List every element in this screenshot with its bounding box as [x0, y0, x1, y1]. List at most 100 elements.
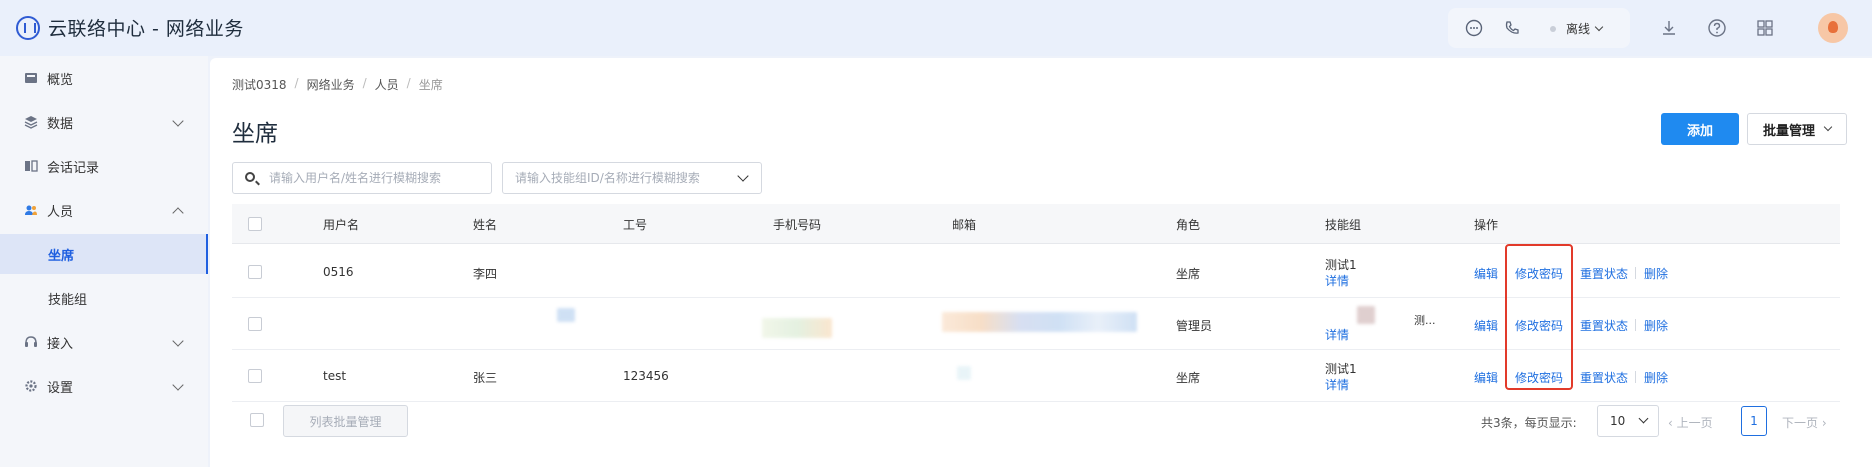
- next-page-button[interactable]: 下一页 ›: [1782, 414, 1827, 431]
- col-phone: 手机号码: [773, 218, 822, 232]
- col-role: 角色: [1176, 218, 1201, 232]
- row-checkbox[interactable]: [248, 369, 262, 383]
- cell-role: 坐席: [1176, 371, 1201, 385]
- top-header: 云联络中心 - 网络业务 离线: [0, 0, 1872, 56]
- apps-grid-icon[interactable]: [1755, 18, 1775, 38]
- status-label: 离线: [1566, 22, 1591, 36]
- col-actions: 操作: [1474, 218, 1499, 232]
- edit-link[interactable]: 编辑: [1474, 369, 1498, 386]
- users-icon: [25, 205, 37, 215]
- col-name: 姓名: [473, 218, 498, 232]
- reset-status-link[interactable]: 重置状态: [1580, 369, 1628, 386]
- sidebar-item-agents[interactable]: 坐席: [0, 234, 208, 274]
- next-page-label: 下一页: [1782, 416, 1819, 430]
- records-icon: [25, 160, 38, 172]
- cell-role: 管理员: [1176, 319, 1213, 333]
- sidebar-item-label: 接入: [47, 336, 74, 352]
- sidebar-item-label: 概览: [47, 72, 74, 88]
- reset-status-link[interactable]: 重置状态: [1580, 317, 1628, 334]
- edit-link[interactable]: 编辑: [1474, 265, 1498, 282]
- breadcrumb-item[interactable]: 测试0318: [232, 76, 287, 93]
- detail-link[interactable]: 详情: [1325, 326, 1349, 343]
- sidebar-item-settings[interactable]: 设置: [0, 366, 208, 406]
- user-avatar[interactable]: [1818, 13, 1848, 43]
- sidebar-item-sessions[interactable]: 会话记录: [0, 146, 208, 186]
- group-search: [502, 162, 762, 194]
- col-skill-group: 技能组: [1325, 218, 1362, 232]
- breadcrumb-item[interactable]: 人员: [375, 76, 399, 93]
- sidebar: 概览 数据 会话记录 人员 坐席 技能组 接入 设置: [0, 56, 208, 467]
- download-icon[interactable]: [1659, 18, 1679, 38]
- detail-link[interactable]: 详情: [1325, 272, 1349, 289]
- redacted-block: [957, 366, 971, 380]
- cell-skill-group: 测试1: [1325, 362, 1357, 376]
- chevron-down-icon[interactable]: [737, 170, 749, 182]
- sidebar-item-label: 人员: [47, 204, 74, 220]
- chevron-down-icon: [1594, 22, 1604, 31]
- divider: [1635, 267, 1636, 279]
- delete-link[interactable]: 删除: [1644, 369, 1668, 386]
- overview-icon: [25, 73, 37, 83]
- list-batch-manage-button[interactable]: 列表批量管理: [283, 405, 408, 437]
- help-icon[interactable]: [1707, 18, 1727, 38]
- cell-username: test: [323, 369, 347, 383]
- edit-link[interactable]: 编辑: [1474, 317, 1498, 334]
- user-search: [232, 162, 492, 194]
- sidebar-item-data[interactable]: 数据: [0, 102, 208, 142]
- reset-status-link[interactable]: 重置状态: [1580, 265, 1628, 282]
- add-button[interactable]: 添加: [1661, 113, 1739, 145]
- redacted-block: [1357, 306, 1375, 324]
- phone-icon[interactable]: [1503, 19, 1521, 37]
- cell-skill-group: 测试1: [1325, 258, 1357, 272]
- sidebar-item-label: 坐席: [48, 248, 75, 264]
- redacted-block: [762, 318, 832, 338]
- breadcrumb-item[interactable]: 网络业务: [307, 76, 355, 93]
- sidebar-item-access[interactable]: 接入: [0, 322, 208, 362]
- logo-icon: [16, 15, 40, 40]
- chevron-down-icon: [1638, 413, 1649, 424]
- delete-link[interactable]: 删除: [1644, 317, 1668, 334]
- group-search-input[interactable]: [515, 163, 730, 193]
- page-size-value: 10: [1610, 414, 1626, 428]
- cell-name: 张三: [473, 371, 498, 385]
- divider: [1635, 371, 1636, 383]
- layers-icon: [24, 116, 38, 129]
- sidebar-item-overview[interactable]: 概览: [0, 58, 208, 98]
- total-count: 共3条，每页显示:: [1481, 416, 1577, 430]
- delete-link[interactable]: 删除: [1644, 265, 1668, 282]
- redacted-block: [557, 308, 575, 322]
- gear-icon: [25, 380, 37, 392]
- page-size-select[interactable]: 10: [1597, 405, 1659, 437]
- select-all-checkbox[interactable]: [248, 217, 262, 231]
- redacted-block: [942, 312, 1137, 332]
- status-dropdown[interactable]: 离线: [1550, 20, 1604, 37]
- cell-name: 李四: [473, 267, 498, 281]
- divider: [1635, 319, 1636, 331]
- col-email: 邮箱: [952, 218, 977, 232]
- table-header: 用户名 姓名 工号 手机号码 邮箱 角色 技能组 操作: [232, 204, 1840, 244]
- chat-icon[interactable]: [1465, 19, 1483, 37]
- table-row: test 张三 123456 坐席 测试1 详情 编辑 修改密码 重置状态 删除: [232, 350, 1840, 402]
- row-checkbox[interactable]: [248, 317, 262, 331]
- col-username: 用户名: [323, 218, 360, 232]
- user-search-input[interactable]: [269, 163, 484, 193]
- detail-link[interactable]: 详情: [1325, 376, 1349, 393]
- breadcrumb-current: 坐席: [418, 78, 443, 92]
- brand: 云联络中心 - 网络业务: [16, 14, 244, 41]
- prev-page-button[interactable]: ‹ 上一页: [1668, 414, 1713, 431]
- prev-page-label: 上一页: [1676, 416, 1713, 430]
- sidebar-item-label: 数据: [47, 116, 74, 132]
- breadcrumb: 测试0318/ 网络业务 / 人员 / 坐席: [232, 76, 443, 93]
- batch-manage-label: 批量管理: [1762, 123, 1815, 139]
- footer-select-checkbox[interactable]: [250, 413, 264, 427]
- chevron-down-icon: [1823, 122, 1833, 132]
- headset-icon: [25, 336, 37, 347]
- row-checkbox[interactable]: [248, 265, 262, 279]
- sidebar-item-skill-groups[interactable]: 技能组: [0, 278, 208, 318]
- page-number-current[interactable]: 1: [1741, 406, 1767, 436]
- sidebar-item-people[interactable]: 人员: [0, 190, 208, 230]
- cell-role: 坐席: [1176, 267, 1201, 281]
- status-dot: [1550, 25, 1556, 32]
- batch-manage-button[interactable]: 批量管理: [1747, 113, 1847, 145]
- highlight-box: [1505, 244, 1573, 390]
